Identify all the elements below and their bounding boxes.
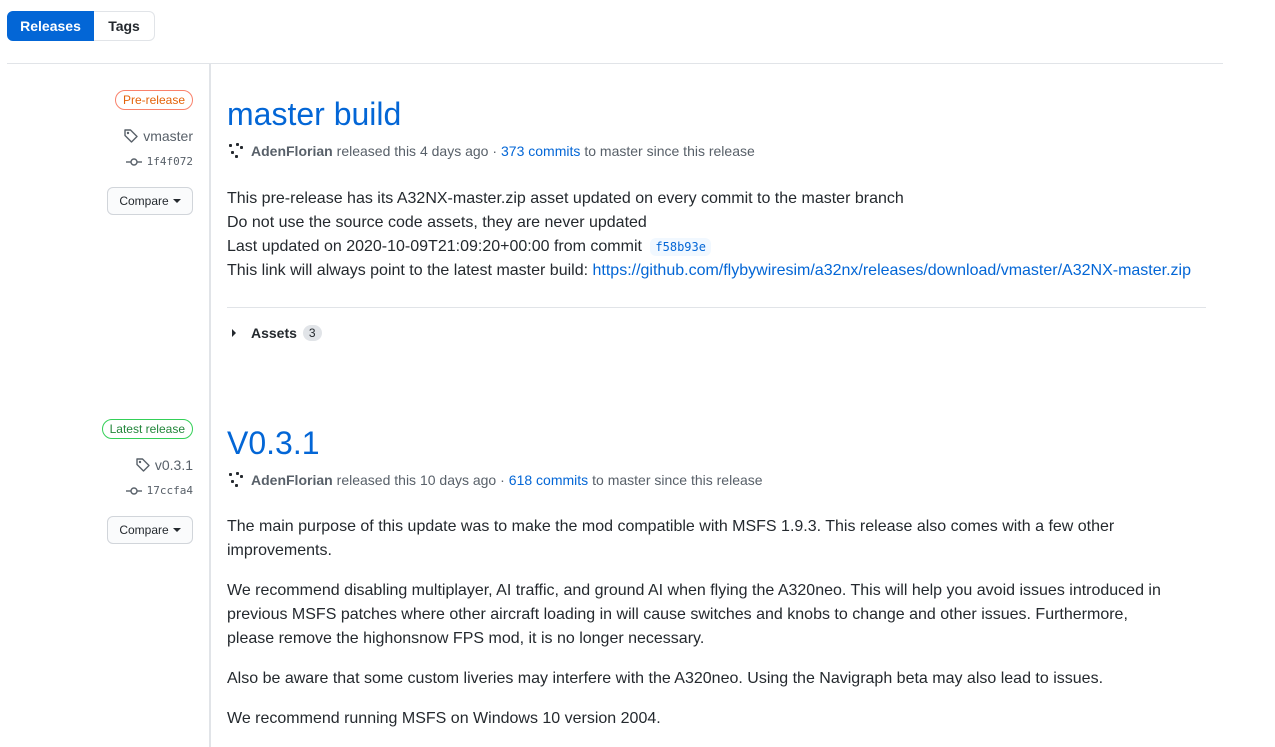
notes-text: This link will always point to the lates… [227,262,589,279]
notes-paragraph: We recommend running MSFS on Windows 10 … [227,710,661,727]
tab-tags[interactable]: Tags [94,11,155,41]
compare-button[interactable]: Compare [107,187,193,215]
commits-suffix: to master since this release [592,472,763,488]
commit-sha-link[interactable]: f58b93e [650,238,711,256]
git-commit-icon [125,157,142,166]
release-notes: This pre-release has its A32NX-master.zi… [227,187,1191,283]
release-tag[interactable]: v0.3.1 [135,457,193,473]
release-byline: AdenFlorian released this 10 days ago · … [228,472,763,488]
notes-paragraph: The main purpose of this update was to m… [227,518,1115,559]
latest-release-badge: Latest release [101,419,193,439]
assets-label: Assets [251,325,297,341]
git-commit-icon [125,486,142,495]
notes-line: This pre-release has its A32NX-master.zi… [227,190,904,207]
assets-count: 3 [302,325,322,341]
tag-name: vmaster [143,128,193,144]
release-title[interactable]: V0.3.1 [227,423,320,463]
triangle-right-icon [232,329,236,337]
download-link[interactable]: https://github.com/flybywiresim/a32nx/re… [593,262,1191,279]
commit-sha: 1f4f072 [146,155,193,168]
tab-releases[interactable]: Releases [7,11,94,41]
author-name[interactable]: AdenFlorian [251,472,333,488]
notes-line: Do not use the source code assets, they … [227,214,647,231]
triangle-down-icon [172,528,181,532]
avatar[interactable] [228,472,244,488]
assets-toggle[interactable]: Assets 3 [232,325,322,341]
release-meta: Pre-release [114,90,193,110]
tag-name: v0.3.1 [154,457,193,473]
commits-link[interactable]: 618 commits [509,472,588,488]
release-date: released this 4 days ago · [336,143,497,159]
release-date: released this 10 days ago · [336,472,505,488]
notes-line: This link will always point to the lates… [227,259,1191,283]
avatar[interactable] [228,143,244,159]
compare-label: Compare [119,523,169,537]
compare-label: Compare [119,194,169,208]
release-commit[interactable]: 1f4f072 [125,155,193,168]
release-tabs: Releases Tags [7,11,155,41]
release-timeline-line [209,64,211,747]
notes-divider [227,307,1206,308]
release-title[interactable]: master build [227,94,401,134]
release-byline: AdenFlorian released this 4 days ago · 3… [228,143,755,159]
commits-link[interactable]: 373 commits [501,143,580,159]
notes-paragraph: We recommend disabling multiplayer, AI t… [227,582,1161,647]
release-notes: The main purpose of this update was to m… [227,515,1177,747]
tag-icon [124,129,138,143]
release-tag[interactable]: vmaster [123,128,193,144]
author-name[interactable]: AdenFlorian [251,143,333,159]
prerelease-badge: Pre-release [114,90,193,110]
compare-button[interactable]: Compare [107,516,193,544]
commit-sha: 17ccfa4 [146,484,193,497]
commits-suffix: to master since this release [584,143,755,159]
notes-paragraph: Also be aware that some custom liveries … [227,670,1104,687]
header-divider [7,63,1223,64]
release-meta: Latest release [101,419,193,439]
notes-line: Last updated on 2020-10-09T21:09:20+00:0… [227,235,1191,259]
triangle-down-icon [172,199,181,203]
notes-text: Last updated on 2020-10-09T21:09:20+00:0… [227,238,642,255]
release-commit[interactable]: 17ccfa4 [125,484,193,497]
tag-icon [136,458,150,472]
